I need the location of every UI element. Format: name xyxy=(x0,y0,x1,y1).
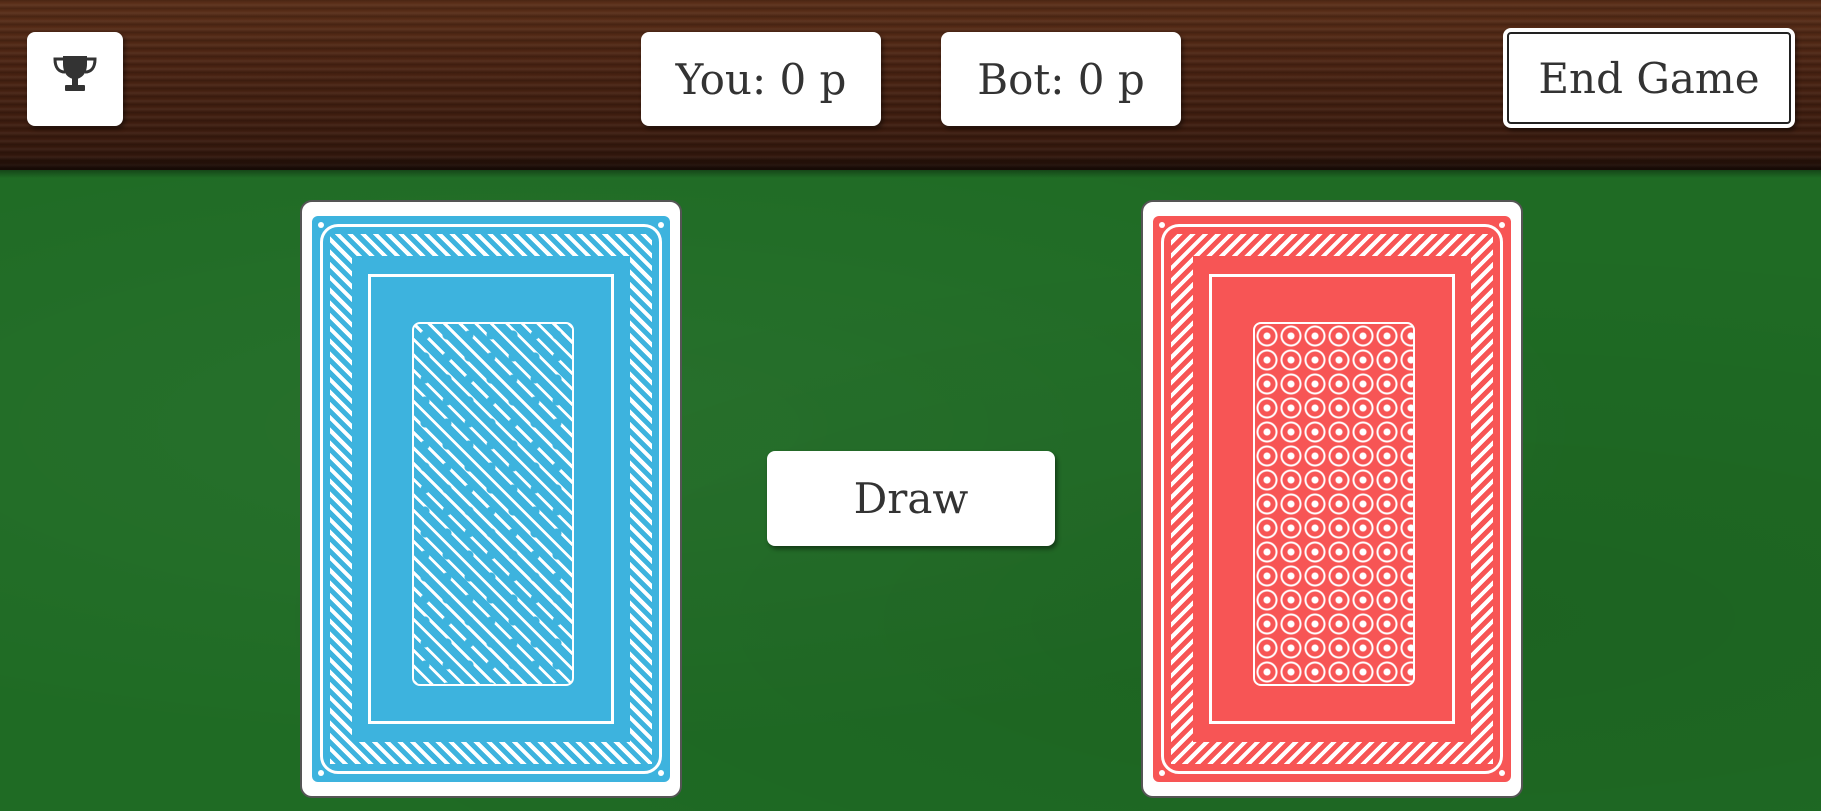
card-corner-dot xyxy=(658,222,664,228)
card-corner-dot xyxy=(658,770,664,776)
card-corner-dot xyxy=(1159,222,1165,228)
card-back-red xyxy=(1153,216,1511,782)
card-corner-dot xyxy=(1159,770,1165,776)
player-score: You: 0 p xyxy=(641,32,881,126)
card-corner-dot xyxy=(1499,770,1505,776)
bot-card-deck xyxy=(1141,200,1523,798)
draw-button[interactable]: Draw xyxy=(767,451,1055,546)
card-corner-dot xyxy=(318,222,324,228)
card-corner-dot xyxy=(1499,222,1505,228)
card-corner-dot xyxy=(318,770,324,776)
card-back-blue xyxy=(312,216,670,782)
player-card-deck[interactable] xyxy=(300,200,682,798)
bot-score: Bot: 0 p xyxy=(941,32,1181,126)
end-game-button[interactable]: End Game xyxy=(1503,28,1795,128)
trophy-icon xyxy=(53,54,97,104)
leaderboard-button[interactable] xyxy=(27,32,123,126)
card-center-pattern xyxy=(1253,322,1415,686)
card-center-pattern xyxy=(412,322,574,686)
